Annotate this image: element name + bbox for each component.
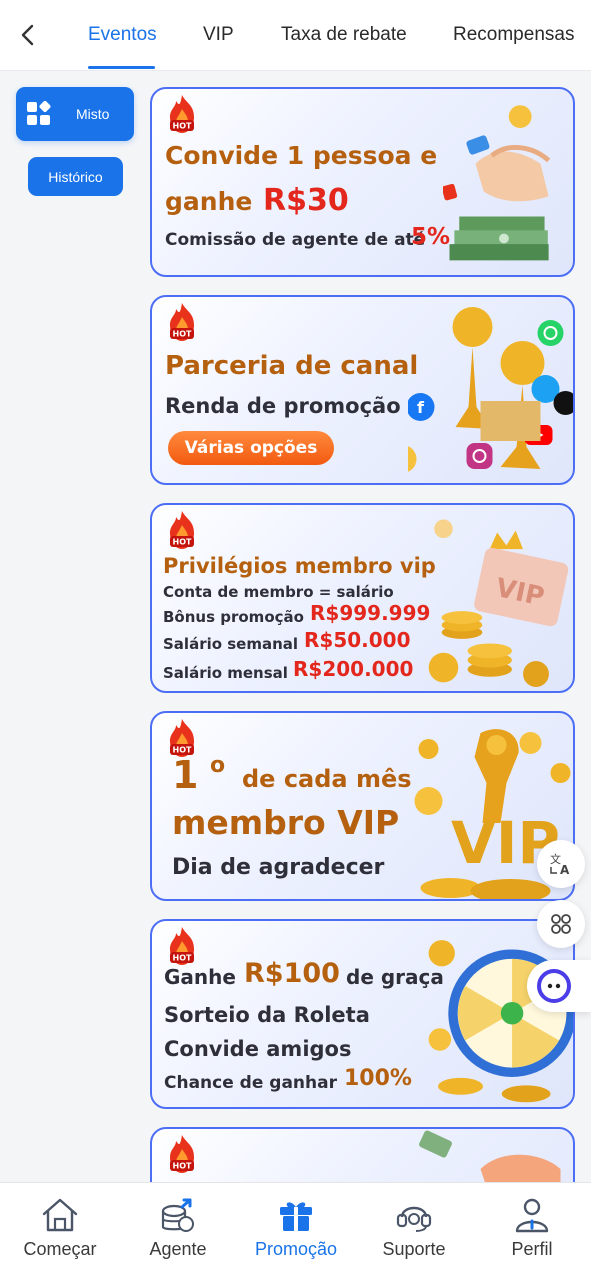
promo-banner-channel-partnership[interactable]: HOT Parceria de canal Renda de promoção … bbox=[150, 295, 575, 485]
home-icon bbox=[42, 1198, 78, 1232]
user-icon bbox=[515, 1198, 549, 1233]
nav-item-promocao[interactable]: Promoção bbox=[241, 1197, 351, 1260]
tab-vip[interactable]: VIP bbox=[203, 24, 234, 46]
vip-card-coins-illustration: VIP bbox=[428, 519, 569, 687]
roulette-wheel-illustration bbox=[428, 940, 573, 1103]
banner-monthly-value: R$200.000 bbox=[293, 657, 414, 681]
banner-title: Convide 1 pessoa e bbox=[165, 141, 438, 170]
hot-badge-text: HOT bbox=[173, 538, 192, 547]
tab-taxa-de-rebate[interactable]: Taxa de rebate bbox=[281, 24, 407, 46]
tab-eventos[interactable]: Eventos bbox=[88, 24, 157, 46]
banner-line4-prefix: Chance de ganhar bbox=[164, 1073, 337, 1093]
banner-commission-text: Comissão de agente de até bbox=[165, 230, 426, 250]
varias-opcoes-button[interactable]: Várias opções bbox=[168, 431, 334, 465]
nav-item-perfil[interactable]: Perfil bbox=[477, 1197, 587, 1260]
apps-button[interactable] bbox=[537, 900, 585, 948]
nav-label: Promoção bbox=[254, 1239, 338, 1259]
hot-flame-icon: HOT bbox=[170, 927, 194, 965]
banner-line1: Conta de membro = salário bbox=[163, 583, 394, 601]
promo-banner-roulette[interactable]: HOT Ganhe R$100 de graça Sorteio da Role… bbox=[150, 919, 575, 1109]
agent-icon bbox=[161, 1198, 194, 1232]
banner-subtitle: membro VIP bbox=[172, 803, 400, 842]
svg-text:f: f bbox=[417, 398, 425, 417]
chatbot-icon bbox=[537, 969, 571, 1003]
hot-flame-icon: HOT bbox=[170, 303, 194, 341]
banner-monthly-label: Salário mensal bbox=[163, 664, 288, 682]
banner-weekly-value: R$50.000 bbox=[304, 628, 411, 652]
gift-icon bbox=[280, 1202, 312, 1231]
nav-item-comecar[interactable]: Começar bbox=[5, 1197, 115, 1260]
svg-text:A: A bbox=[560, 863, 570, 877]
banner-bonus-value: R$999.999 bbox=[310, 601, 431, 625]
hot-flame-icon: HOT bbox=[170, 1135, 194, 1173]
banner-line3: Convide amigos bbox=[164, 1037, 352, 1061]
hot-badge-text: HOT bbox=[173, 1162, 192, 1171]
banner-day-ordinal: o bbox=[210, 753, 226, 778]
hot-badge-text: HOT bbox=[173, 122, 192, 131]
sidebar-item-label: Misto bbox=[76, 106, 110, 122]
nav-label: Perfil bbox=[511, 1239, 553, 1259]
hot-badge-text: HOT bbox=[173, 954, 192, 963]
banner-line2-prefix: ganhe bbox=[165, 187, 253, 216]
banner-chance-value: 100% bbox=[344, 1066, 412, 1091]
nav-label: Começar bbox=[23, 1239, 97, 1259]
banner-bonus-label: Bônus promoção bbox=[163, 608, 304, 626]
chatbot-button[interactable] bbox=[527, 960, 591, 1012]
translate-button[interactable]: 文 A bbox=[537, 840, 585, 888]
active-tab-indicator bbox=[88, 66, 155, 69]
banner-day-number: 1 bbox=[172, 753, 199, 797]
promo-banner-invite[interactable]: HOT Convide 1 pessoa e ganhe R$30 Comiss… bbox=[150, 87, 575, 277]
social-media-trophy-illustration: f bbox=[408, 307, 573, 472]
hot-badge-text: HOT bbox=[173, 330, 192, 339]
grid-icon bbox=[26, 101, 52, 127]
chevron-left-icon bbox=[21, 24, 34, 46]
top-header: Eventos VIP Taxa de rebate Recompensas bbox=[0, 0, 591, 71]
apps-icon bbox=[551, 914, 571, 934]
sidebar-item-historico[interactable]: Histórico bbox=[28, 157, 123, 196]
banner-amount: R$100 bbox=[244, 958, 340, 989]
handshake-money-illustration bbox=[443, 105, 551, 261]
promo-banner-vip-day[interactable]: HOT 1 o de cada mês membro VIP Dia de ag… bbox=[150, 711, 575, 901]
banner-subtitle: Renda de promoção bbox=[165, 394, 401, 418]
hot-flame-icon: HOT bbox=[170, 511, 194, 549]
banner-line1-prefix: Ganhe bbox=[164, 965, 236, 989]
banner-weekly-label: Salário semanal bbox=[163, 635, 299, 653]
promo-banner-vip-privileges[interactable]: HOT Privilégios membro vip Conta de memb… bbox=[150, 503, 575, 693]
bottom-navigation: Começar Agente Promoção Suporte Perfil bbox=[0, 1182, 591, 1280]
back-button[interactable] bbox=[12, 18, 42, 52]
nav-label: Agente bbox=[149, 1239, 207, 1259]
headset-icon bbox=[396, 1206, 432, 1232]
banner-title: de cada mês bbox=[242, 765, 412, 793]
nav-label: Suporte bbox=[382, 1239, 446, 1259]
tab-recompensas[interactable]: Recompensas bbox=[453, 24, 574, 46]
banner-amount: R$30 bbox=[263, 183, 349, 218]
translate-icon: 文 A bbox=[550, 852, 570, 877]
nav-item-agente[interactable]: Agente bbox=[123, 1197, 233, 1260]
sidebar-item-misto[interactable]: Misto bbox=[16, 87, 134, 141]
banner-title: Parceria de canal bbox=[165, 351, 419, 381]
nav-item-suporte[interactable]: Suporte bbox=[359, 1197, 469, 1260]
banner-title: Privilégios membro vip bbox=[163, 554, 436, 578]
banner-line2: Sorteio da Roleta bbox=[164, 1003, 370, 1027]
banner-line3: Dia de agradecer bbox=[172, 855, 385, 880]
hot-flame-icon: HOT bbox=[170, 95, 194, 133]
